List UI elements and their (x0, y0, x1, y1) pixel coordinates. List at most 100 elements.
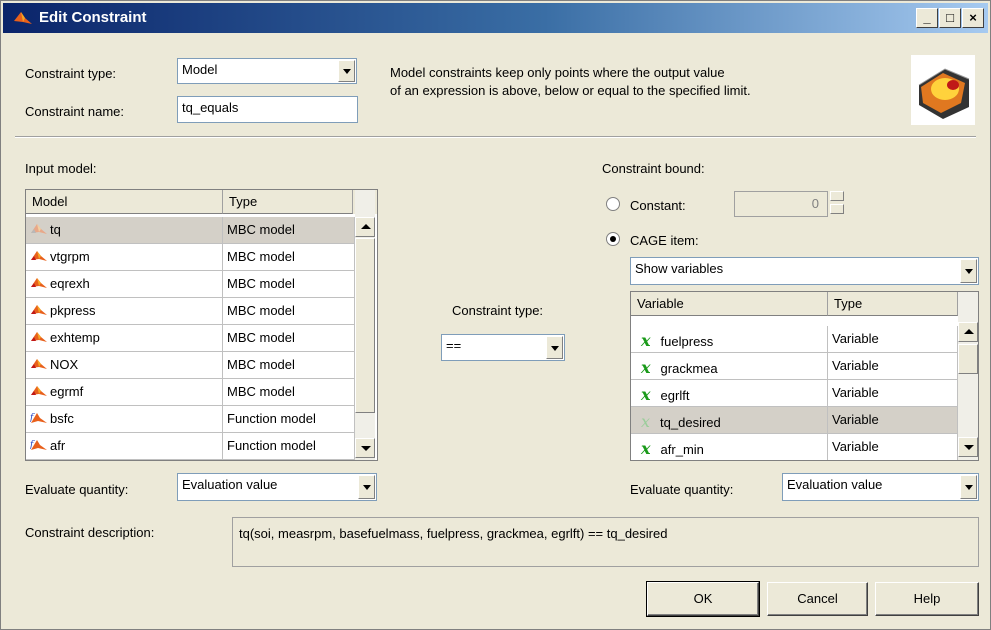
model-type-cell[interactable]: MBC model (223, 379, 355, 406)
scroll-down-arrow-icon[interactable] (355, 438, 375, 458)
column-header-type[interactable]: Type (223, 190, 353, 214)
constraint-name-input[interactable]: tq_equals (177, 96, 358, 123)
input-model-table[interactable]: Model Type tq MBC model vtgrpm MBC model eqr… (25, 189, 378, 461)
model-name-cell[interactable]: f bsfc (26, 406, 223, 433)
model-name: tq (50, 222, 61, 237)
variable-type-cell[interactable]: Variable (828, 353, 958, 380)
model-type-cell[interactable]: MBC model (223, 325, 355, 352)
evaluate-quantity-dropdown-left[interactable]: Evaluation value (177, 473, 377, 501)
evaluate-quantity-dropdown-right[interactable]: Evaluation value (782, 473, 979, 501)
spin-up-icon[interactable] (830, 191, 844, 201)
table-row[interactable]: x grackmea Variable (631, 353, 958, 380)
input-model-label: Input model: (25, 161, 97, 176)
3d-surface-icon (911, 55, 975, 125)
variable-type-cell[interactable]: Variable (828, 434, 958, 460)
model-type-cell[interactable]: MBC model (223, 352, 355, 379)
evaluate-quantity-value-right: Evaluation value (787, 477, 883, 492)
show-variables-value: Show variables (635, 261, 724, 276)
variable-name-cell[interactable]: x fuelpress (631, 326, 828, 353)
table-row[interactable]: f bsfc Function model (26, 406, 355, 433)
close-button[interactable]: × (962, 8, 984, 28)
middle-constraint-type-label: Constraint type: (452, 303, 544, 318)
variable-table-header: Variable Type (631, 292, 978, 316)
variable-x-icon: x (641, 385, 651, 404)
input-model-table-header: Model Type (26, 190, 377, 214)
table-row[interactable]: exhtemp MBC model (26, 325, 355, 352)
column-header-type[interactable]: Type (828, 292, 958, 316)
variable-name-cell[interactable]: x tq_desired (631, 407, 828, 434)
chevron-down-icon[interactable] (358, 475, 375, 499)
constraint-type-dropdown[interactable]: Model (177, 58, 357, 84)
table-row[interactable]: NOX MBC model (26, 352, 355, 379)
variable-table[interactable]: Variable Type x fuelpress Variable x grackme… (630, 291, 979, 461)
variable-name: egrlft (660, 388, 690, 403)
edit-constraint-dialog: Edit Constraint _ □ × Constraint type: M… (0, 0, 991, 630)
spin-down-icon[interactable] (830, 204, 844, 214)
constraint-type-value: Model (182, 62, 218, 77)
comparison-operator-dropdown[interactable]: == (441, 334, 565, 361)
chevron-down-icon[interactable] (960, 259, 977, 283)
scroll-down-arrow-icon[interactable] (958, 437, 978, 457)
model-name-cell[interactable]: vtgrpm (26, 244, 223, 271)
mbc-model-icon (30, 384, 50, 399)
constraint-bound-label: Constraint bound: (602, 161, 705, 176)
model-name-cell[interactable]: pkpress (26, 298, 223, 325)
table-row[interactable]: vtgrpm MBC model (26, 244, 355, 271)
title-bar[interactable]: Edit Constraint _ □ × (3, 3, 988, 33)
cage-item-radio[interactable] (606, 232, 620, 246)
minimize-button[interactable]: _ (916, 8, 938, 28)
variable-type-cell[interactable]: Variable (828, 380, 958, 407)
scroll-up-arrow-icon[interactable] (958, 322, 978, 342)
variable-type-cell[interactable]: Variable (828, 326, 958, 353)
model-name-cell[interactable]: exhtemp (26, 325, 223, 352)
chevron-down-icon[interactable] (338, 60, 355, 82)
model-type-cell[interactable]: MBC model (223, 298, 355, 325)
window-title: Edit Constraint (39, 9, 147, 26)
model-name-cell[interactable]: f afr (26, 433, 223, 460)
table-row[interactable]: egrmf MBC model (26, 379, 355, 406)
ok-button[interactable]: OK (646, 581, 760, 617)
column-header-variable[interactable]: Variable (631, 292, 828, 316)
variable-name-cell[interactable]: x egrlft (631, 380, 828, 407)
model-type-cell[interactable]: MBC model (223, 271, 355, 298)
table-row[interactable]: x afr_min Variable (631, 434, 958, 460)
table-row[interactable]: tq MBC model (26, 217, 355, 244)
column-header-model[interactable]: Model (26, 190, 223, 214)
table-row[interactable]: eqrexh MBC model (26, 271, 355, 298)
chevron-down-icon[interactable] (546, 336, 563, 359)
model-name-cell[interactable]: tq (26, 217, 223, 244)
table-row[interactable]: x tq_desired Variable (631, 407, 958, 434)
model-type-cell[interactable]: Function model (223, 406, 355, 433)
scroll-thumb[interactable] (355, 238, 375, 413)
model-type-cell[interactable]: MBC model (223, 217, 355, 244)
table-row[interactable]: x egrlft Variable (631, 380, 958, 407)
chevron-down-icon[interactable] (960, 475, 977, 499)
table-row[interactable]: f afr Function model (26, 433, 355, 460)
variable-scrollbar[interactable] (958, 292, 978, 460)
function-model-icon: f (30, 438, 50, 453)
variable-type-cell[interactable]: Variable (828, 407, 958, 434)
model-name: bsfc (50, 411, 74, 426)
cancel-button[interactable]: Cancel (767, 582, 868, 616)
model-name-cell[interactable]: eqrexh (26, 271, 223, 298)
help-button[interactable]: Help (875, 582, 979, 616)
model-type-cell[interactable]: MBC model (223, 244, 355, 271)
maximize-button[interactable]: □ (939, 8, 961, 28)
comparison-operator-value: == (446, 338, 462, 353)
table-row[interactable]: pkpress MBC model (26, 298, 355, 325)
model-type-cell[interactable]: Function model (223, 433, 355, 460)
mbc-model-icon (30, 330, 50, 345)
constant-input[interactable]: 0 (734, 191, 828, 217)
input-model-scrollbar[interactable] (355, 190, 375, 460)
constant-radio[interactable] (606, 197, 620, 211)
scroll-thumb[interactable] (958, 344, 978, 374)
scroll-up-arrow-icon[interactable] (355, 217, 375, 237)
show-variables-dropdown[interactable]: Show variables (630, 257, 979, 285)
variable-name-cell[interactable]: x grackmea (631, 353, 828, 380)
variable-x-icon: x (641, 358, 651, 377)
variable-name-cell[interactable]: x afr_min (631, 434, 828, 460)
model-name-cell[interactable]: NOX (26, 352, 223, 379)
table-row[interactable]: x fuelpress Variable (631, 326, 958, 353)
evaluate-quantity-value-left: Evaluation value (182, 477, 278, 492)
model-name-cell[interactable]: egrmf (26, 379, 223, 406)
